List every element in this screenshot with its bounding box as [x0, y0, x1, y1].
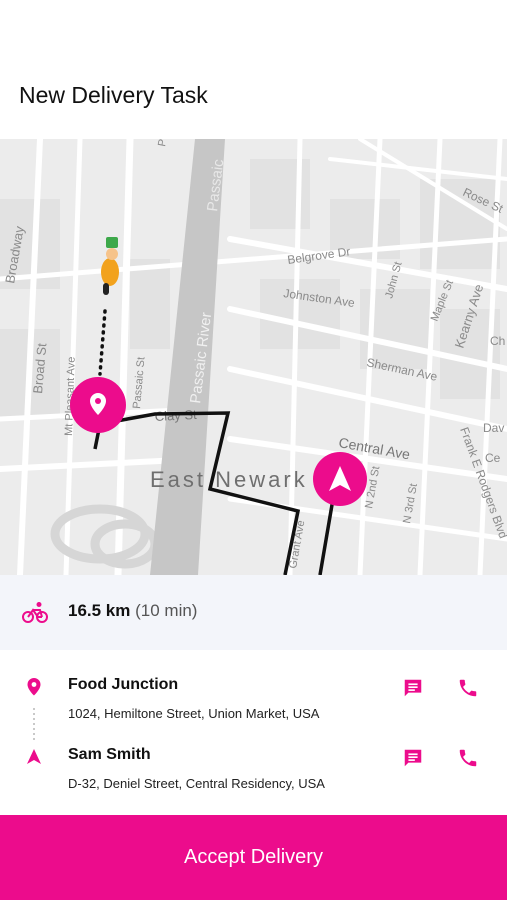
- pickup-name: Food Junction: [68, 676, 179, 693]
- stop-connector: [33, 708, 35, 742]
- page-title: New Delivery Task: [19, 82, 208, 108]
- stop-dropoff: Sam Smith D-32, Deniel Street, Central R…: [0, 746, 507, 806]
- navigation-arrow-icon: [27, 749, 41, 764]
- customer-name: Sam Smith: [68, 746, 151, 763]
- pickup-marker[interactable]: [70, 377, 126, 433]
- accept-delivery-button[interactable]: Accept Delivery: [0, 815, 507, 900]
- stop-pickup: Food Junction 1024, Hemiltone Street, Un…: [0, 676, 507, 736]
- app-header: New Delivery Task: [0, 0, 507, 139]
- dropoff-marker[interactable]: [313, 452, 367, 506]
- chat-icon[interactable]: [402, 747, 424, 769]
- bicycle-icon: [22, 602, 48, 623]
- phone-icon[interactable]: [457, 677, 479, 699]
- route-map[interactable]: Broadway Broad St Mt Pleasant Ave Passai…: [0, 139, 507, 575]
- label-ch: Ch: [490, 334, 505, 348]
- delivery-stops: Food Junction 1024, Hemiltone Street, Un…: [0, 650, 507, 815]
- phone-icon[interactable]: [457, 747, 479, 769]
- location-pin-icon: [27, 678, 41, 696]
- duration-value: (10 min): [135, 601, 198, 620]
- trip-summary: 16.5 km (10 min): [0, 575, 507, 650]
- distance-summary: 16.5 km (10 min): [68, 601, 197, 621]
- pickup-address: 1024, Hemiltone Street, Union Market, US…: [68, 706, 320, 721]
- customer-address: D-32, Deniel Street, Central Residency, …: [68, 776, 325, 791]
- label-east-newark: East Newark: [150, 467, 308, 492]
- label-dav: Dav: [483, 421, 504, 435]
- label-ce: Ce: [485, 451, 501, 465]
- distance-value: 16.5 km: [68, 601, 131, 620]
- chat-icon[interactable]: [402, 677, 424, 699]
